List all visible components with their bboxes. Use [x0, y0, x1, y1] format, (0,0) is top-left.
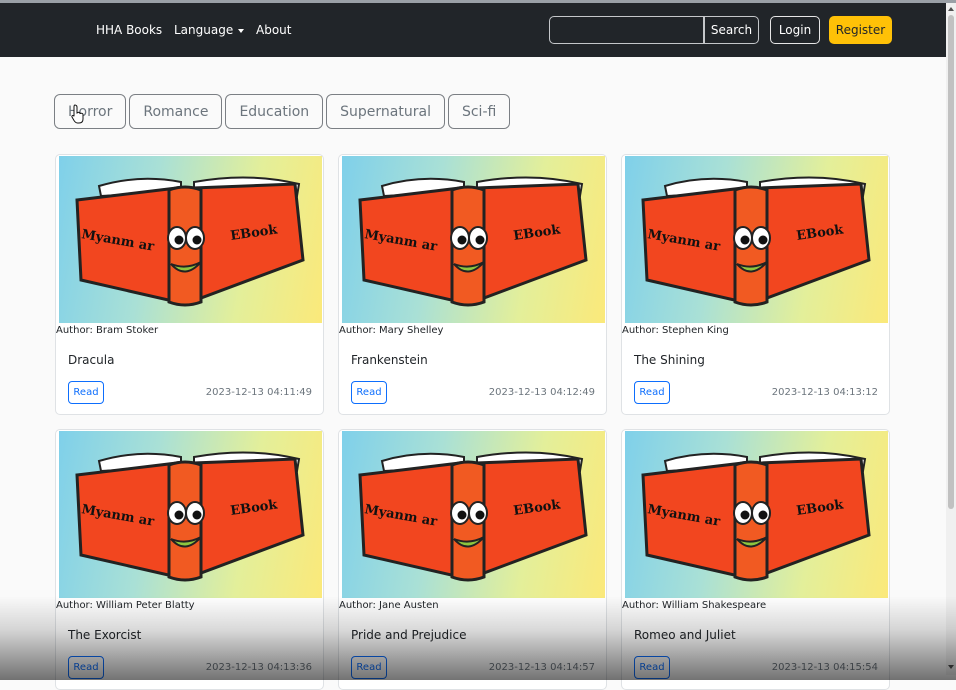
- brand-link[interactable]: HHA Books: [96, 23, 162, 37]
- book-cover-image: Myanm ar EBook: [625, 431, 888, 598]
- book-title: The Exorcist: [68, 628, 142, 642]
- category-scifi-button[interactable]: Sci-fi: [447, 94, 511, 129]
- book-title: The Shining: [634, 353, 705, 367]
- vertical-scrollbar[interactable]: [946, 3, 956, 675]
- book-author: Author: William Shakespeare: [622, 600, 767, 611]
- book-card[interactable]: Myanm ar EBook Author: Bram Stoker Dracu…: [55, 154, 324, 415]
- category-horror-button[interactable]: Horror: [54, 94, 127, 129]
- scrollbar-thumb[interactable]: [948, 15, 954, 509]
- book-cover-image: Myanm ar EBook: [342, 431, 605, 598]
- book-author: Author: Bram Stoker: [56, 325, 159, 336]
- read-button[interactable]: Read: [68, 381, 104, 404]
- book-date: 2023-12-13 04:14:57: [488, 662, 595, 673]
- read-button[interactable]: Read: [634, 656, 670, 679]
- cartoon-book-illustration: Myanm ar EBook: [75, 176, 305, 307]
- language-dropdown[interactable]: Language: [174, 23, 245, 37]
- cartoon-book-illustration: Myanm ar EBook: [641, 451, 871, 582]
- read-button[interactable]: Read: [351, 381, 387, 404]
- read-button[interactable]: Read: [634, 381, 670, 404]
- book-cover-image: Myanm ar EBook: [625, 156, 888, 323]
- about-link[interactable]: About: [256, 23, 291, 37]
- book-card[interactable]: Myanm ar EBook Author: Mary Shelley Fran…: [338, 154, 607, 415]
- book-title: Frankenstein: [351, 353, 428, 367]
- book-cover-image: Myanm ar EBook: [342, 156, 605, 323]
- pointer-cursor-icon: [71, 104, 84, 124]
- book-cover-image: Myanm ar EBook: [59, 431, 322, 598]
- book-author: Author: William Peter Blatty: [56, 600, 195, 611]
- book-card[interactable]: Myanm ar EBook Author: Stephen King The …: [621, 154, 890, 415]
- book-author: Author: Stephen King: [622, 325, 729, 336]
- read-button[interactable]: Read: [68, 656, 104, 679]
- category-education-button[interactable]: Education: [225, 94, 324, 129]
- category-filter-bar: Horror Romance Education Supernatural Sc…: [54, 94, 511, 129]
- login-button[interactable]: Login: [770, 16, 820, 44]
- scroll-up-arrow-icon[interactable]: [948, 7, 954, 11]
- book-cover-image: Myanm ar EBook: [59, 156, 322, 323]
- caret-down-icon: [238, 28, 245, 33]
- book-title: Romeo and Juliet: [634, 628, 736, 642]
- book-card[interactable]: Myanm ar EBook Author: Jane Austen Pride…: [338, 429, 607, 690]
- book-date: 2023-12-13 04:11:49: [205, 387, 312, 398]
- language-label: Language: [174, 23, 234, 37]
- book-title: Pride and Prejudice: [351, 628, 467, 642]
- search-input[interactable]: [549, 16, 704, 44]
- book-date: 2023-12-13 04:12:49: [488, 387, 595, 398]
- book-date: 2023-12-13 04:13:36: [205, 662, 312, 673]
- book-date: 2023-12-13 04:15:54: [771, 662, 878, 673]
- category-romance-button[interactable]: Romance: [129, 94, 223, 129]
- book-author: Author: Mary Shelley: [339, 325, 444, 336]
- cartoon-book-illustration: Myanm ar EBook: [358, 451, 588, 582]
- cartoon-book-illustration: Myanm ar EBook: [75, 451, 305, 582]
- scroll-down-arrow-icon[interactable]: [948, 665, 954, 669]
- cartoon-book-illustration: Myanm ar EBook: [358, 176, 588, 307]
- book-card[interactable]: Myanm ar EBook Author: William Shakespea…: [621, 429, 890, 690]
- book-card[interactable]: Myanm ar EBook Author: William Peter Bla…: [55, 429, 324, 690]
- read-button[interactable]: Read: [351, 656, 387, 679]
- book-author: Author: Jane Austen: [339, 600, 439, 611]
- category-supernatural-button[interactable]: Supernatural: [326, 94, 445, 129]
- book-date: 2023-12-13 04:13:12: [771, 387, 878, 398]
- search-button[interactable]: Search: [704, 16, 759, 44]
- register-button[interactable]: Register: [829, 16, 892, 44]
- cartoon-book-illustration: Myanm ar EBook: [641, 176, 871, 307]
- navbar: HHA Books Language About Search Login Re…: [0, 3, 946, 57]
- book-title: Dracula: [68, 353, 115, 367]
